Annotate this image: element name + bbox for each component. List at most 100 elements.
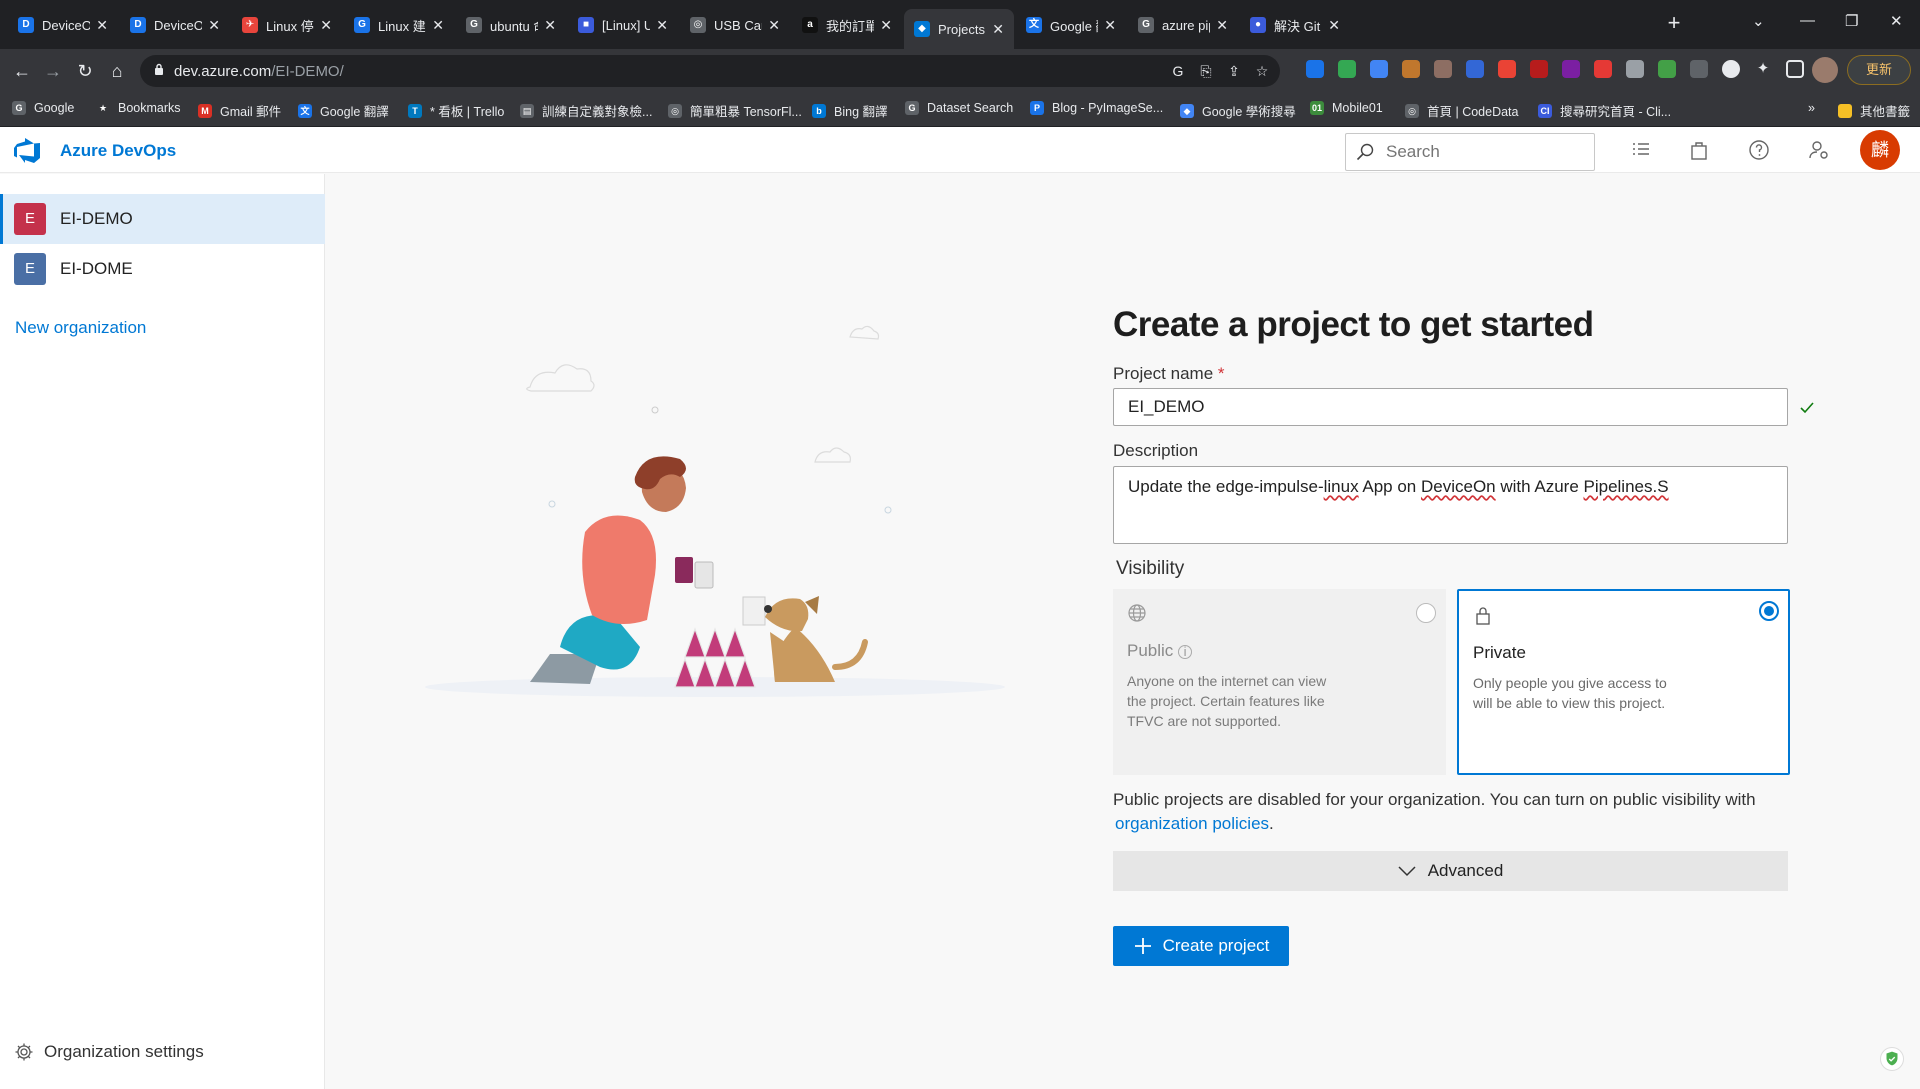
shield-extension-icon[interactable] bbox=[1658, 60, 1676, 78]
extension-icon[interactable] bbox=[1690, 60, 1708, 78]
bookmark-star-icon[interactable]: ☆ bbox=[1254, 63, 1270, 79]
update-button[interactable]: 更新 bbox=[1847, 55, 1911, 85]
home-icon[interactable]: ⌂ bbox=[104, 58, 130, 84]
extension-icon[interactable] bbox=[1402, 60, 1420, 78]
forward-icon[interactable]: → bbox=[40, 58, 66, 84]
tab-close-icon[interactable]: ✕ bbox=[1328, 17, 1340, 34]
browser-tab[interactable]: ● 解決 Git Push ✕ bbox=[1240, 9, 1350, 41]
bookmark-item[interactable]: b Bing 翻譯 bbox=[812, 101, 888, 120]
bookmark-label: 訓練自定義對象檢... bbox=[542, 105, 653, 119]
tab-close-icon[interactable]: ✕ bbox=[544, 17, 556, 34]
browser-tab[interactable]: Gazure pipelin ✕ bbox=[1128, 9, 1238, 41]
side-panel-icon[interactable] bbox=[1786, 60, 1804, 78]
tab-search-icon[interactable]: ⌄ bbox=[1752, 12, 1765, 30]
tab-close-icon[interactable]: ✕ bbox=[320, 17, 332, 34]
bookmark-item[interactable]: 01 Mobile01 bbox=[1310, 101, 1383, 115]
user-avatar[interactable]: 麟 bbox=[1860, 130, 1900, 170]
restore-button[interactable]: ❐ bbox=[1845, 12, 1858, 30]
extension-icon[interactable] bbox=[1434, 60, 1452, 78]
bookmark-item[interactable]: CI 搜尋研究首頁 - Cli... bbox=[1538, 101, 1671, 120]
tab-close-icon[interactable]: ✕ bbox=[992, 21, 1004, 38]
drive-icon[interactable] bbox=[1338, 60, 1356, 78]
tab-close-icon[interactable]: ✕ bbox=[1104, 17, 1116, 34]
visibility-option-public[interactable]: Public i Anyone on the internet can view… bbox=[1113, 589, 1446, 775]
puzzle-icon[interactable]: ✦ bbox=[1754, 60, 1772, 78]
marketplace-bag-icon[interactable] bbox=[1688, 139, 1710, 161]
bookmark-item[interactable]: G Dataset Search bbox=[905, 101, 1013, 115]
tab-close-icon[interactable]: ✕ bbox=[432, 17, 444, 34]
extension-icon[interactable] bbox=[1466, 60, 1484, 78]
create-project-button[interactable]: Create project bbox=[1113, 926, 1289, 966]
browser-tab[interactable]: Gubuntu 命令 ✕ bbox=[456, 9, 566, 41]
bookmarks-overflow-icon[interactable]: » bbox=[1808, 101, 1815, 115]
project-name-input[interactable] bbox=[1113, 388, 1788, 426]
security-shield-icon[interactable] bbox=[1880, 1047, 1904, 1071]
browser-tab[interactable]: ■ [Linux] Ubun ✕ bbox=[568, 9, 678, 41]
translate-extension-icon[interactable] bbox=[1370, 60, 1388, 78]
user-settings-icon[interactable] bbox=[1808, 139, 1830, 161]
back-icon[interactable]: ← bbox=[9, 58, 35, 84]
bookmark-item[interactable]: ◆ Google 學術搜尋 bbox=[1180, 101, 1296, 120]
bookmark-item[interactable]: ◎ 簡單粗暴 TensorFl... bbox=[668, 101, 802, 120]
translate-icon[interactable]: ⎘ bbox=[1198, 63, 1214, 79]
bookmark-item[interactable]: P Blog - PyImageSe... bbox=[1030, 101, 1163, 115]
close-window-button[interactable]: ✕ bbox=[1890, 12, 1903, 30]
org-item-ei-demo[interactable]: E EI-DEMO bbox=[0, 194, 325, 244]
tab-close-icon[interactable]: ✕ bbox=[880, 17, 892, 34]
browser-tab[interactable]: D DeviceOn ✕ bbox=[8, 9, 118, 41]
browser-tab[interactable]: ✈ Linux 停止程 ✕ bbox=[232, 9, 342, 41]
tab-close-icon[interactable]: ✕ bbox=[1216, 17, 1228, 34]
browser-tab[interactable]: a 我的訂單 ✕ bbox=[792, 9, 902, 41]
tab-close-icon[interactable]: ✕ bbox=[96, 17, 108, 34]
extension-icon[interactable] bbox=[1594, 60, 1612, 78]
browser-tab[interactable]: ◎ USB Camera ✕ bbox=[680, 9, 790, 41]
azure-devops-logo-icon[interactable] bbox=[14, 138, 42, 164]
minimize-button[interactable]: — bbox=[1800, 12, 1815, 29]
tab-close-icon[interactable]: ✕ bbox=[768, 17, 780, 34]
bookmark-item[interactable]: M Gmail 郵件 bbox=[198, 101, 281, 120]
tab-close-icon[interactable]: ✕ bbox=[208, 17, 220, 34]
browser-tab[interactable]: 文 Google 翻譯 ✕ bbox=[1016, 9, 1126, 41]
brand-name[interactable]: Azure DevOps bbox=[60, 141, 176, 161]
browser-tab[interactable]: G Linux 建立自 ✕ bbox=[344, 9, 454, 41]
help-icon[interactable] bbox=[1748, 139, 1770, 161]
bookmark-item[interactable]: ◎ 首頁 | CodeData bbox=[1405, 101, 1518, 120]
new-organization-link[interactable]: New organization bbox=[15, 318, 146, 338]
extension-icon[interactable] bbox=[1626, 60, 1644, 78]
search-box[interactable] bbox=[1345, 133, 1595, 171]
visibility-option-private[interactable]: Private Only people you give access to w… bbox=[1457, 589, 1790, 775]
work-items-list-icon[interactable] bbox=[1630, 139, 1652, 161]
share-icon[interactable]: ⇪ bbox=[1226, 63, 1242, 79]
organization-policies-link[interactable]: organization policies bbox=[1115, 814, 1269, 833]
bookmark-item[interactable]: G Google bbox=[12, 101, 74, 115]
search-input[interactable] bbox=[1386, 141, 1586, 163]
tab-close-icon[interactable]: ✕ bbox=[656, 17, 668, 34]
other-bookmarks[interactable]: 其他書籤 bbox=[1838, 101, 1910, 120]
tab-favicon-icon: ◎ bbox=[690, 17, 706, 33]
bookmark-item[interactable]: T * 看板 | Trello bbox=[408, 101, 504, 120]
bookmark-item[interactable]: 文 Google 翻譯 bbox=[298, 101, 389, 120]
address-bar[interactable]: dev.azure.com/EI-DEMO/ G ⎘ ⇪ ☆ bbox=[140, 55, 1280, 87]
extension-icon[interactable] bbox=[1562, 60, 1580, 78]
reload-icon[interactable]: ↻ bbox=[72, 58, 98, 84]
description-textarea[interactable]: Update the edge-impulse-linux App on Dev… bbox=[1113, 466, 1788, 544]
extension-icon[interactable] bbox=[1722, 60, 1740, 78]
organization-settings-link[interactable]: Organization settings bbox=[14, 1042, 204, 1062]
ublock-icon[interactable] bbox=[1530, 60, 1548, 78]
bookmark-item[interactable]: ★ Bookmarks bbox=[96, 101, 181, 115]
private-radio[interactable] bbox=[1759, 601, 1779, 621]
profile-avatar[interactable] bbox=[1812, 57, 1838, 83]
extension-icon[interactable] bbox=[1498, 60, 1516, 78]
info-icon[interactable]: i bbox=[1178, 645, 1193, 659]
extension-icon[interactable] bbox=[1306, 60, 1324, 78]
advanced-toggle[interactable]: Advanced bbox=[1113, 851, 1788, 891]
bookmark-label: Blog - PyImageSe... bbox=[1052, 101, 1164, 115]
bookmark-item[interactable]: ▤ 訓練自定義對象檢... bbox=[520, 101, 652, 120]
new-tab-button[interactable]: + bbox=[1662, 12, 1686, 36]
browser-tab[interactable]: ◆ Projects - Ho ✕ bbox=[904, 9, 1014, 49]
google-lens-icon[interactable]: G bbox=[1170, 63, 1186, 79]
browser-tab[interactable]: D DeviceOn ✕ bbox=[120, 9, 230, 41]
description-text: Update the edge-impulse- bbox=[1128, 477, 1324, 496]
org-item-ei-dome[interactable]: E EI-DOME bbox=[0, 244, 325, 294]
public-radio[interactable] bbox=[1416, 603, 1436, 623]
